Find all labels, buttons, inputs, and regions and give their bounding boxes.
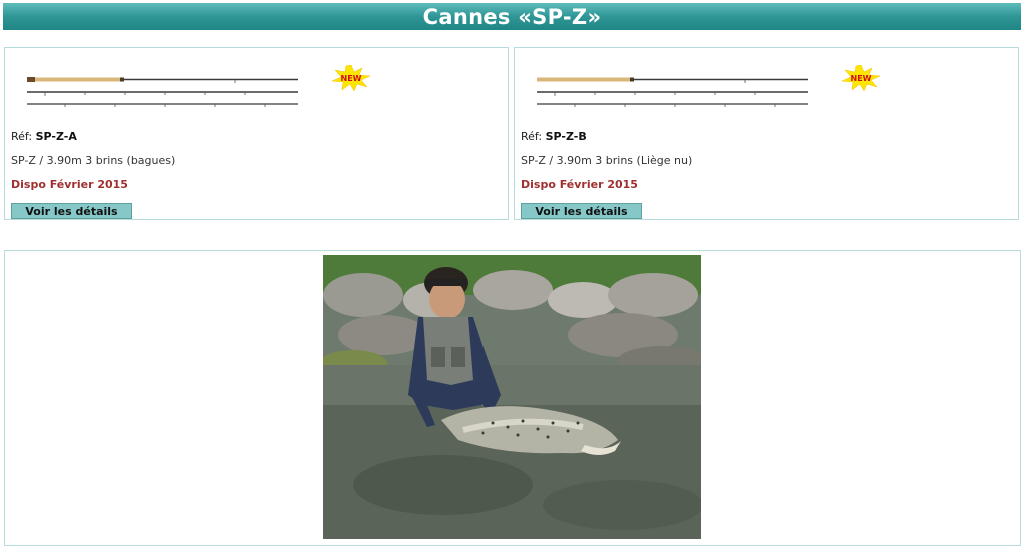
availability-text: Dispo Février 2015 <box>11 178 128 191</box>
ref-code: SP-Z-B <box>545 130 587 143</box>
rod-image[interactable] <box>25 70 300 114</box>
new-badge-icon: NEW <box>332 65 370 91</box>
view-details-button[interactable]: Voir les détails <box>11 203 132 219</box>
new-badge-text: NEW <box>851 74 872 83</box>
new-badge-icon: NEW <box>842 65 880 91</box>
angler-trout-photo <box>323 255 701 539</box>
ref-label: Réf: <box>11 130 33 143</box>
product-description: SP-Z / 3.90m 3 brins (Liège nu) <box>521 154 693 167</box>
product-description: SP-Z / 3.90m 3 brins (bagues) <box>11 154 176 167</box>
product-ref: Réf: SP-Z-A <box>11 130 77 143</box>
product-card-sp-z-a: NEW Réf: SP-Z-A SP-Z / 3.90m 3 brins (ba… <box>4 47 509 220</box>
product-ref: Réf: SP-Z-B <box>521 130 587 143</box>
page-title: Cannes «SP-Z» <box>422 4 602 29</box>
ref-label: Réf: <box>521 130 543 143</box>
view-details-button[interactable]: Voir les détails <box>521 203 642 219</box>
availability-text: Dispo Février 2015 <box>521 178 638 191</box>
ref-code: SP-Z-A <box>35 130 77 143</box>
photo-panel <box>4 250 1021 546</box>
product-card-sp-z-b: NEW Réf: SP-Z-B SP-Z / 3.90m 3 brins (Li… <box>514 47 1019 220</box>
page-header: Cannes «SP-Z» <box>3 3 1021 30</box>
new-badge-text: NEW <box>341 74 362 83</box>
rod-image[interactable] <box>535 70 810 114</box>
